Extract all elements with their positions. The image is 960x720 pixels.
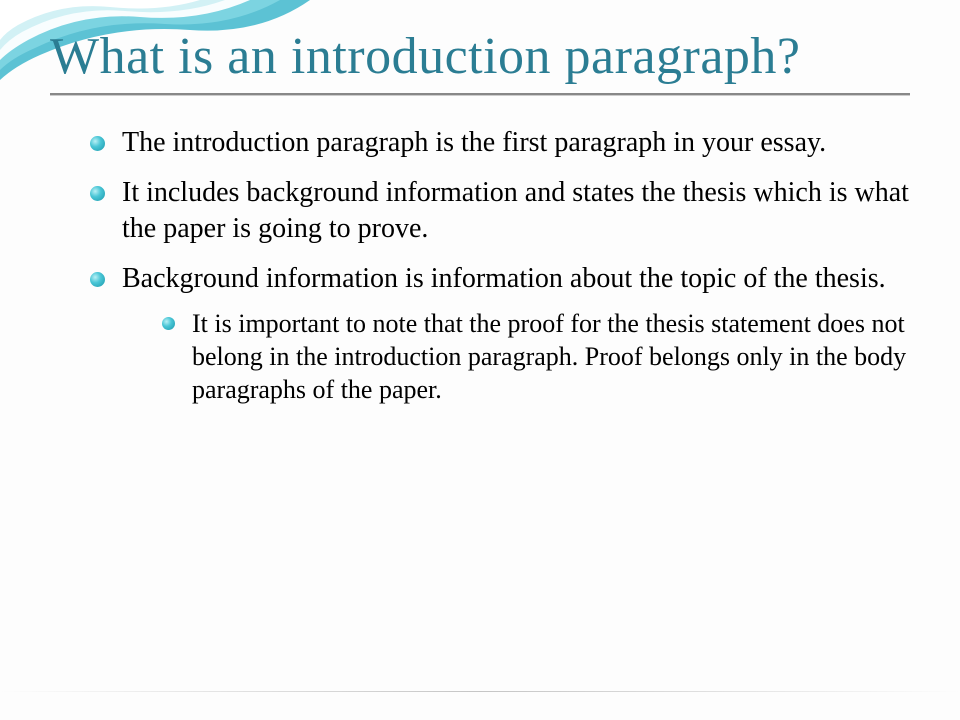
bullet-text: The introduction paragraph is the first … bbox=[122, 127, 826, 158]
title-underline bbox=[50, 93, 910, 95]
sub-bullet-text: It is important to note that the proof f… bbox=[192, 309, 906, 405]
bullet-item: It includes background information and s… bbox=[90, 175, 910, 247]
bottom-divider bbox=[0, 691, 960, 692]
bullet-item: Background information is information ab… bbox=[90, 261, 910, 407]
bullet-list: The introduction paragraph is the first … bbox=[50, 125, 910, 406]
bullet-item: The introduction paragraph is the first … bbox=[90, 125, 910, 161]
bullet-text: Background information is information ab… bbox=[122, 263, 886, 294]
sub-bullet-item: It is important to note that the proof f… bbox=[162, 307, 910, 407]
bullet-text: It includes background information and s… bbox=[122, 177, 909, 244]
sub-bullet-list: It is important to note that the proof f… bbox=[122, 307, 910, 407]
slide-title: What is an introduction paragraph? bbox=[50, 28, 910, 85]
slide-content: What is an introduction paragraph? The i… bbox=[0, 0, 960, 720]
